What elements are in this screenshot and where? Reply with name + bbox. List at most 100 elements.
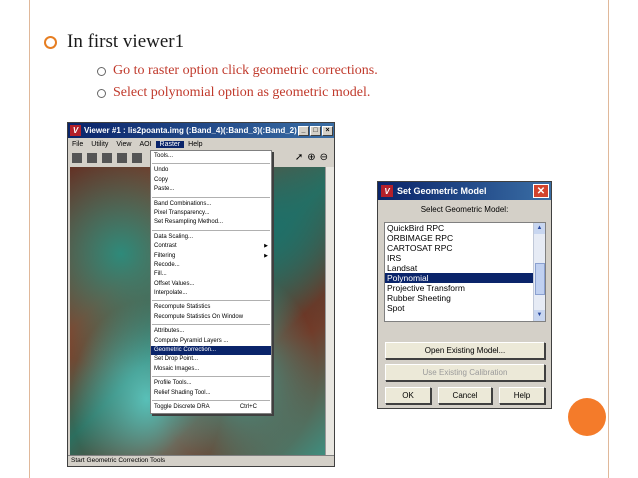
menu-help[interactable]: Help (184, 141, 206, 148)
cancel-button[interactable]: Cancel (438, 387, 492, 404)
menu-item[interactable]: Set Drop Point... (151, 355, 271, 364)
dialog-title: Set Geometric Model (397, 186, 487, 196)
maximize-icon[interactable]: □ (310, 125, 321, 136)
model-list-item[interactable]: Spot (385, 303, 545, 313)
list-scrollbar[interactable]: ▲ ▼ (533, 223, 545, 321)
scroll-up-icon[interactable]: ▲ (534, 223, 545, 234)
close-icon[interactable]: ✕ (533, 184, 549, 198)
pointer-icon[interactable]: ➚ (295, 153, 303, 163)
bullet-main-text: In first viewer1 (67, 31, 185, 52)
zoom-out-icon[interactable]: ⊖ (320, 153, 328, 163)
menu-item[interactable]: Geometric Correction... (151, 346, 271, 356)
menu-item-label: Relief Shading Tool... (154, 389, 211, 396)
menu-item-label: Attributes... (154, 328, 185, 335)
app-logo-icon: V (70, 125, 81, 136)
model-list-item[interactable]: IRS (385, 253, 545, 263)
menu-item[interactable]: Filtering ▶ (151, 252, 271, 261)
sub-bullet: Go to raster option click geometric corr… (97, 63, 378, 79)
menu-item[interactable]: Relief Shading Tool... (151, 389, 271, 398)
close-icon[interactable]: × (322, 125, 333, 136)
menu-item-label: Pixel Transparency... (154, 209, 210, 216)
menu-item-label: Set Drop Point... (154, 356, 199, 363)
viewer-title-bar[interactable]: V Viewer #1 : lis2poanta.img (:Band_4)(:… (68, 123, 334, 138)
menu-item-label: Paste... (154, 186, 175, 193)
menu-item-label: Undo (154, 167, 169, 174)
scroll-thumb[interactable] (535, 263, 545, 295)
scroll-down-icon[interactable]: ▼ (534, 310, 545, 321)
model-list-item[interactable]: Projective Transform (385, 283, 545, 293)
menu-item[interactable]: Data Scaling... (151, 233, 271, 242)
use-existing-calibration-button[interactable]: Use Existing Calibration (385, 364, 545, 381)
menu-view[interactable]: View (112, 141, 135, 148)
menu-file[interactable]: File (68, 141, 87, 148)
viewer-status-bar: Start Geometric Correction Tools (68, 455, 334, 466)
model-list-item[interactable]: Polynomial (385, 273, 545, 283)
menu-item-label: Contrast (154, 243, 177, 250)
submenu-arrow-icon: ▶ (264, 243, 268, 250)
menu-item[interactable]: Profile Tools... (151, 379, 271, 388)
menu-separator (152, 163, 270, 165)
menu-item[interactable]: Undo (151, 166, 271, 175)
menu-item[interactable]: Band Combinations... (151, 200, 271, 209)
menu-item[interactable]: Contrast ▶ (151, 242, 271, 251)
menu-item-label: Recompute Statistics (154, 304, 211, 311)
open-icon[interactable] (87, 153, 97, 163)
bullet-ring-small-icon (97, 88, 106, 98)
clear-icon[interactable] (132, 153, 142, 163)
raster-dropdown-menu: Tools... Undo Copy Paste... Band Combination… (150, 150, 272, 415)
menu-separator (152, 399, 270, 401)
menu-separator (152, 324, 270, 326)
open-existing-model-button[interactable]: Open Existing Model... (385, 342, 545, 359)
menu-item[interactable]: Interpolate... (151, 289, 271, 298)
sub-bullet-text: Go to raster option click geometric corr… (113, 63, 378, 78)
menu-item-label: Data Scaling... (154, 233, 194, 240)
menu-item-label: Toggle Discrete DRA (154, 403, 210, 410)
viewer-menubar: File Utility View AOI Raster Help (68, 138, 334, 150)
menu-item[interactable]: Recode... (151, 261, 271, 270)
model-listbox[interactable]: QuickBird RPC ORBIMAGE RPC CARTOSAT RPC IRS… (384, 222, 546, 322)
menu-item[interactable]: Attributes... (151, 327, 271, 336)
menu-item[interactable]: Recompute Statistics On Window (151, 313, 271, 322)
menu-aoi[interactable]: AOI (135, 141, 155, 148)
menu-raster[interactable]: Raster (155, 140, 185, 148)
menu-item[interactable]: Tools... (151, 152, 271, 161)
model-list-item[interactable]: Rubber Sheeting (385, 293, 545, 303)
menu-item-label: Geometric Correction... (154, 347, 217, 354)
vertical-scrollbar[interactable] (325, 167, 334, 457)
model-list-item[interactable]: QuickBird RPC (385, 223, 545, 233)
menu-separator (152, 376, 270, 378)
sub-bullet: Select polynomial option as geometric mo… (97, 85, 370, 101)
menu-item[interactable]: Pixel Transparency... (151, 209, 271, 218)
menu-item[interactable]: Mosaic Images... (151, 365, 271, 374)
menu-item[interactable]: Paste... (151, 185, 271, 194)
menu-item[interactable]: Fill... (151, 270, 271, 279)
menu-item[interactable]: Recompute Statistics (151, 303, 271, 312)
zoom-in-icon[interactable]: ⊕ (307, 153, 315, 163)
menu-item-label: Fill... (154, 271, 167, 278)
menu-item-label: Filtering (154, 252, 176, 259)
app-logo-icon: V (381, 185, 393, 197)
model-list-item[interactable]: CARTOSAT RPC (385, 243, 545, 253)
menu-item-label: Offset Values... (154, 280, 195, 287)
open-folder-icon[interactable] (72, 153, 82, 163)
menu-item[interactable]: Set Resampling Method... (151, 218, 271, 227)
ok-button[interactable]: OK (385, 387, 431, 404)
decorative-circle (568, 398, 606, 436)
menu-item[interactable]: Compute Pyramid Layers ... (151, 337, 271, 346)
menu-item[interactable]: Copy (151, 176, 271, 185)
print-icon[interactable] (117, 153, 127, 163)
slide-left-rule (29, 0, 30, 478)
model-list-item[interactable]: ORBIMAGE RPC (385, 233, 545, 243)
help-button[interactable]: Help (499, 387, 545, 404)
model-list-item[interactable]: Landsat (385, 263, 545, 273)
menu-item[interactable]: Toggle Discrete DRA Ctrl+C (151, 403, 271, 412)
menu-item[interactable]: Offset Values... (151, 280, 271, 289)
menu-separator (152, 300, 270, 302)
save-icon[interactable] (102, 153, 112, 163)
menu-item-label: Recode... (154, 261, 180, 268)
menu-item-label: Band Combinations... (154, 200, 212, 207)
set-geometric-model-dialog: V Set Geometric Model ✕ Select Geometric… (377, 181, 552, 409)
dialog-title-bar[interactable]: V Set Geometric Model ✕ (378, 182, 551, 200)
menu-utility[interactable]: Utility (87, 141, 112, 148)
minimize-icon[interactable]: _ (298, 125, 309, 136)
